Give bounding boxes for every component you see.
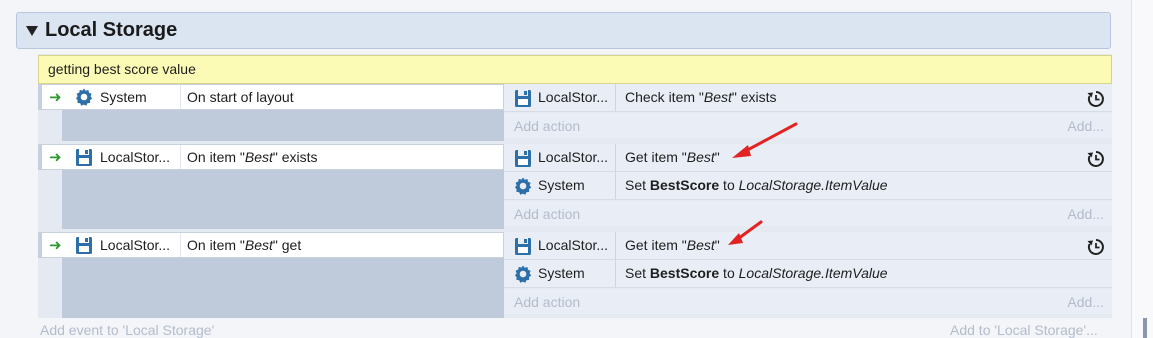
condition-object: LocalStor... bbox=[100, 149, 171, 165]
local-storage-icon bbox=[76, 237, 92, 254]
gear-icon bbox=[515, 177, 532, 195]
event-block[interactable]: ➜ LocalStor... On item "Best" exists Loc… bbox=[38, 144, 1112, 229]
local-storage-icon bbox=[515, 238, 531, 255]
condition-row[interactable]: ➜ System On start of layout bbox=[38, 84, 504, 110]
event-block[interactable]: ➜ LocalStor... On item "Best" get LocalS… bbox=[38, 232, 1112, 318]
divider bbox=[615, 260, 616, 287]
restart-icon[interactable] bbox=[1086, 237, 1106, 257]
add-action-link[interactable]: Add action bbox=[514, 118, 580, 134]
condition-row[interactable]: ➜ LocalStor... On item "Best" exists bbox=[38, 144, 504, 170]
condition-text: On item "Best" exists bbox=[187, 149, 318, 165]
event-sheet: Local Storage getting best score value ➜… bbox=[0, 0, 1131, 338]
action-object: LocalStor... bbox=[538, 89, 609, 105]
scrollbar-thumb[interactable] bbox=[1143, 318, 1147, 338]
divider bbox=[180, 233, 181, 257]
action-object: System bbox=[538, 177, 585, 193]
event-spacer bbox=[62, 258, 504, 318]
add-to-group-link[interactable]: Add to 'Local Storage'... bbox=[950, 322, 1098, 338]
divider bbox=[615, 84, 616, 111]
gear-icon bbox=[76, 88, 93, 106]
add-action-link[interactable]: Add action bbox=[514, 206, 580, 222]
condition-object: System bbox=[100, 89, 147, 105]
action-text: Get item "Best" bbox=[625, 149, 720, 165]
action-text: Set BestScore to LocalStorage.ItemValue bbox=[625, 177, 888, 193]
divider bbox=[615, 172, 616, 199]
action-object: LocalStor... bbox=[538, 237, 609, 253]
event-margin bbox=[39, 233, 42, 257]
condition-row[interactable]: ➜ LocalStor... On item "Best" get bbox=[38, 232, 504, 258]
event-block[interactable]: ➜ System On start of layout LocalStor...… bbox=[38, 84, 1112, 141]
trigger-arrow-icon: ➜ bbox=[49, 89, 62, 106]
action-row[interactable]: System Set BestScore to LocalStorage.Ite… bbox=[504, 172, 1112, 200]
action-object: System bbox=[538, 265, 585, 281]
add-action-row[interactable]: Add action Add... bbox=[504, 201, 1112, 226]
local-storage-icon bbox=[515, 90, 531, 107]
gear-icon bbox=[515, 265, 532, 283]
add-action-row[interactable]: Add action Add... bbox=[504, 113, 1112, 138]
vertical-scrollbar[interactable] bbox=[1131, 0, 1153, 338]
group-title: Local Storage bbox=[45, 19, 178, 41]
event-margin bbox=[39, 85, 42, 109]
action-text: Set BestScore to LocalStorage.ItemValue bbox=[625, 265, 888, 281]
local-storage-icon bbox=[515, 150, 531, 167]
add-action-row[interactable]: Add action Add... bbox=[504, 289, 1112, 314]
action-text: Check item "Best" exists bbox=[625, 89, 777, 105]
add-more-link[interactable]: Add... bbox=[1067, 118, 1104, 134]
divider bbox=[180, 85, 181, 109]
add-more-link[interactable]: Add... bbox=[1067, 294, 1104, 310]
event-spacer bbox=[62, 110, 504, 141]
action-text: Get item "Best" bbox=[625, 237, 720, 253]
action-row[interactable]: LocalStor... Get item "Best" bbox=[504, 232, 1112, 260]
action-row[interactable]: LocalStor... Get item "Best" bbox=[504, 144, 1112, 172]
restart-icon[interactable] bbox=[1086, 89, 1106, 109]
divider bbox=[615, 144, 616, 171]
divider bbox=[615, 232, 616, 259]
condition-text: On start of layout bbox=[187, 89, 294, 105]
add-more-link[interactable]: Add... bbox=[1067, 206, 1104, 222]
group-header[interactable]: Local Storage bbox=[16, 12, 1111, 49]
event-spacer bbox=[62, 170, 504, 229]
event-margin bbox=[39, 145, 42, 169]
action-row[interactable]: LocalStor... Check item "Best" exists bbox=[504, 84, 1112, 112]
restart-icon[interactable] bbox=[1086, 149, 1106, 169]
condition-object: LocalStor... bbox=[100, 237, 171, 253]
add-action-link[interactable]: Add action bbox=[514, 294, 580, 310]
condition-text: On item "Best" get bbox=[187, 237, 302, 253]
collapse-triangle-icon[interactable] bbox=[26, 25, 38, 36]
action-object: LocalStor... bbox=[538, 149, 609, 165]
add-event-link[interactable]: Add event to 'Local Storage' bbox=[40, 322, 214, 338]
divider bbox=[180, 145, 181, 169]
comment[interactable]: getting best score value bbox=[38, 55, 1112, 84]
trigger-arrow-icon: ➜ bbox=[49, 149, 62, 166]
local-storage-icon bbox=[76, 149, 92, 166]
action-row[interactable]: System Set BestScore to LocalStorage.Ite… bbox=[504, 260, 1112, 288]
trigger-arrow-icon: ➜ bbox=[49, 237, 62, 254]
